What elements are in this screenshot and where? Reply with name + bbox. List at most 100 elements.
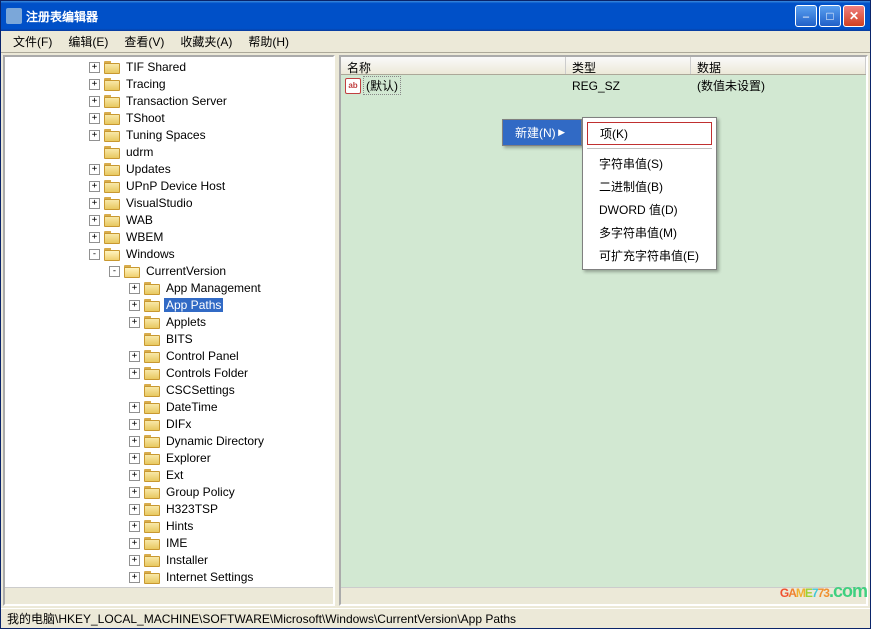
submenu-expand[interactable]: 可扩充字符串值(E) [585, 244, 714, 267]
tree-label[interactable]: Explorer [164, 451, 213, 465]
tree-label[interactable]: Control Panel [164, 349, 241, 363]
tree-scrollbar-horizontal[interactable] [5, 587, 333, 604]
tree-item[interactable]: +DateTime [9, 399, 333, 415]
submenu-key[interactable]: 项(K) [587, 122, 712, 145]
expander-icon[interactable]: + [129, 572, 140, 583]
tree-label[interactable]: CurrentVersion [144, 264, 228, 278]
tree-label[interactable]: IME [164, 536, 189, 550]
expander-icon[interactable]: - [109, 266, 120, 277]
tree-label[interactable]: CSCSettings [164, 383, 237, 397]
tree-label[interactable]: DateTime [164, 400, 220, 414]
expander-icon[interactable]: - [89, 249, 100, 260]
tree-item[interactable]: +Tuning Spaces [9, 127, 333, 143]
expander-icon[interactable]: + [89, 164, 100, 175]
menu-help[interactable]: 帮助(H) [240, 31, 297, 52]
maximize-button[interactable]: □ [819, 5, 841, 27]
tree-item[interactable]: CSCSettings [9, 382, 333, 398]
tree-item[interactable]: +WBEM [9, 229, 333, 245]
expander-icon[interactable]: + [129, 606, 140, 607]
tree-label[interactable]: VisualStudio [124, 196, 195, 210]
expander-icon[interactable]: + [129, 436, 140, 447]
expander-icon[interactable]: + [129, 300, 140, 311]
expander-icon[interactable]: + [129, 538, 140, 549]
tree-label[interactable]: Transaction Server [124, 94, 229, 108]
tree-item[interactable]: + H323TSP [9, 501, 333, 517]
expander-icon[interactable]: + [89, 113, 100, 124]
column-type[interactable]: 类型 [566, 57, 691, 74]
expander-icon[interactable]: + [129, 453, 140, 464]
column-data[interactable]: 数据 [691, 57, 866, 74]
expander-icon[interactable]: + [89, 130, 100, 141]
tree-label[interactable]: Tracing [124, 77, 168, 91]
expander-icon[interactable]: + [89, 198, 100, 209]
tree-label[interactable]: Applets [164, 315, 208, 329]
expander-icon[interactable]: + [129, 470, 140, 481]
tree-label[interactable]: Ext [164, 468, 185, 482]
context-new[interactable]: 新建(N) ▶ [503, 120, 581, 145]
tree-label[interactable]: Controls Folder [164, 366, 250, 380]
tree-label[interactable]: IntlRun.OC [164, 604, 227, 606]
tree-item[interactable]: + Tracing [9, 76, 333, 92]
tree-item[interactable]: +Group Policy [9, 484, 333, 500]
tree-item[interactable]: + VisualStudio [9, 195, 333, 211]
tree-item[interactable]: - CurrentVersion [9, 263, 333, 279]
expander-icon[interactable]: + [129, 419, 140, 430]
tree-item[interactable]: + Updates [9, 161, 333, 177]
tree-item[interactable]: + Internet Settings [9, 569, 333, 585]
tree-item[interactable]: +Transaction Server [9, 93, 333, 109]
list-row[interactable]: ab(默认)REG_SZ(数值未设置) [341, 77, 866, 94]
tree-item[interactable]: + UPnP Device Host [9, 178, 333, 194]
column-name[interactable]: 名称 [341, 57, 566, 74]
expander-icon[interactable]: + [129, 317, 140, 328]
close-button[interactable]: ✕ [843, 5, 865, 27]
expander-icon[interactable]: + [89, 62, 100, 73]
tree-label[interactable]: WAB [124, 213, 155, 227]
tree-label[interactable]: UPnP Device Host [124, 179, 227, 193]
tree-label[interactable]: Windows [124, 247, 177, 261]
tree-item[interactable]: + TShoot [9, 110, 333, 126]
tree-item[interactable]: udrm [9, 144, 333, 160]
tree-item[interactable]: +DIFx [9, 416, 333, 432]
submenu-dword[interactable]: DWORD 值(D) [585, 198, 714, 221]
tree-item[interactable]: - Windows [9, 246, 333, 262]
minimize-button[interactable]: – [795, 5, 817, 27]
tree-item[interactable]: + IME [9, 535, 333, 551]
tree-label[interactable]: TShoot [124, 111, 167, 125]
tree-item[interactable]: + WAB [9, 212, 333, 228]
tree-item[interactable]: + Explorer [9, 450, 333, 466]
tree-item[interactable]: +Hints [9, 518, 333, 534]
tree-label[interactable]: Updates [124, 162, 173, 176]
expander-icon[interactable]: + [89, 181, 100, 192]
expander-icon[interactable]: + [129, 283, 140, 294]
tree-label[interactable]: BITS [164, 332, 195, 346]
tree-label[interactable]: Installer [164, 553, 210, 567]
expander-icon[interactable]: + [129, 504, 140, 515]
tree-label[interactable]: Dynamic Directory [164, 434, 266, 448]
expander-icon[interactable]: + [129, 487, 140, 498]
tree-item[interactable]: + Ext [9, 467, 333, 483]
tree-label[interactable]: App Paths [164, 298, 223, 312]
expander-icon[interactable]: + [89, 232, 100, 243]
expander-icon[interactable]: + [89, 215, 100, 226]
tree-item[interactable]: + App Paths [9, 297, 333, 313]
tree-item[interactable]: +TIF Shared [9, 59, 333, 75]
tree-label[interactable]: Internet Settings [164, 570, 255, 584]
expander-icon[interactable]: + [129, 351, 140, 362]
expander-icon[interactable]: + [129, 368, 140, 379]
menu-favorites[interactable]: 收藏夹(A) [172, 31, 240, 52]
values-panel[interactable]: 名称 类型 数据 ab(默认)REG_SZ(数值未设置) 新建(N) ▶ 项(K… [339, 55, 868, 606]
tree-item[interactable]: + Controls Folder [9, 365, 333, 381]
menu-edit[interactable]: 编辑(E) [60, 31, 116, 52]
expander-icon[interactable]: + [89, 79, 100, 90]
expander-icon[interactable]: + [129, 521, 140, 532]
menu-file[interactable]: 文件(F) [5, 31, 60, 52]
list-scrollbar-horizontal[interactable] [341, 587, 866, 604]
tree-label[interactable]: udrm [124, 145, 155, 159]
tree-label[interactable]: App Management [164, 281, 263, 295]
tree-item[interactable]: + App Management [9, 280, 333, 296]
submenu-multi[interactable]: 多字符串值(M) [585, 221, 714, 244]
tree-label[interactable]: H323TSP [164, 502, 220, 516]
expander-icon[interactable]: + [129, 555, 140, 566]
tree-panel[interactable]: +TIF Shared+Tracing+Transaction Server+T… [3, 55, 335, 606]
menu-view[interactable]: 查看(V) [116, 31, 172, 52]
